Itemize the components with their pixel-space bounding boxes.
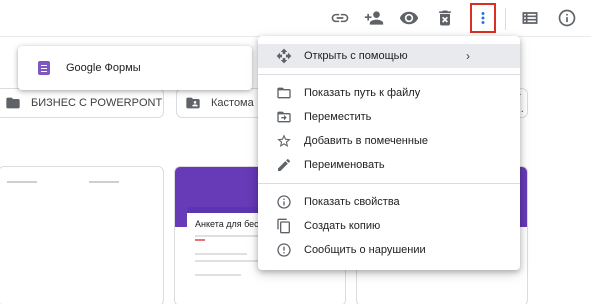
star-icon [277, 134, 291, 147]
info-icon[interactable] [556, 7, 578, 29]
context-menu: Открыть с помощью › Показать путь к файл… [258, 36, 520, 270]
move-arrows-icon [276, 48, 292, 64]
form-line [195, 274, 241, 276]
folder-label: БИЗНЕС С POWERPONT [31, 97, 163, 109]
list-view-icon[interactable] [519, 7, 541, 29]
menu-item-label: Открыть с помощью [304, 50, 408, 62]
move-to-folder-icon [277, 111, 291, 123]
open-with-app-option[interactable]: Google Формы [18, 46, 252, 90]
menu-item-open-with[interactable]: Открыть с помощью › [258, 44, 520, 68]
google-forms-icon [38, 61, 50, 75]
copy-icon [277, 218, 290, 234]
menu-item-label: Показать путь к файлу [304, 87, 421, 99]
folder-label: Кастома [211, 97, 254, 109]
menu-item-label: Сообщить о нарушении [304, 244, 426, 256]
trash-icon[interactable] [434, 7, 456, 29]
menu-item-copy[interactable]: Создать копию [258, 214, 520, 238]
info-outline-icon [277, 195, 291, 209]
pencil-icon [278, 158, 291, 171]
menu-item-label: Создать копию [304, 220, 381, 232]
menu-divider [258, 74, 520, 75]
more-vert-icon [481, 12, 485, 24]
report-icon [277, 243, 291, 257]
menu-item-label: Переименовать [304, 159, 385, 171]
chevron-right-icon: › [466, 49, 470, 63]
add-person-icon[interactable] [363, 7, 385, 29]
menu-divider [258, 183, 520, 184]
link-icon[interactable] [329, 7, 351, 29]
top-toolbar [0, 0, 591, 36]
open-with-app-label: Google Формы [66, 62, 141, 74]
form-line [195, 253, 247, 255]
required-mark [195, 239, 205, 241]
folder-item[interactable]: БИЗНЕС С POWERPONT [0, 88, 164, 118]
menu-item-show-path[interactable]: Показать путь к файлу [258, 81, 520, 105]
folder-icon [6, 97, 20, 109]
file-thumbnail-line [7, 181, 37, 183]
menu-item-label: Добавить в помеченные [304, 135, 428, 147]
file-card[interactable] [0, 166, 164, 304]
menu-item-report[interactable]: Сообщить о нарушении [258, 238, 520, 262]
folder-outline-icon [277, 87, 291, 99]
menu-item-properties[interactable]: Показать свойства [258, 190, 520, 214]
eye-icon[interactable] [398, 7, 420, 29]
menu-item-rename[interactable]: Переименовать [258, 153, 520, 177]
folder-item[interactable]: Кастома [176, 88, 266, 118]
toolbar-divider [505, 8, 506, 30]
menu-item-label: Показать свойства [304, 196, 400, 208]
menu-item-label: Переместить [304, 111, 372, 123]
shared-folder-icon [186, 97, 200, 109]
menu-item-move[interactable]: Переместить [258, 105, 520, 129]
menu-item-star[interactable]: Добавить в помеченные [258, 129, 520, 153]
more-actions-button[interactable] [470, 3, 496, 33]
file-thumbnail-line [89, 181, 119, 183]
